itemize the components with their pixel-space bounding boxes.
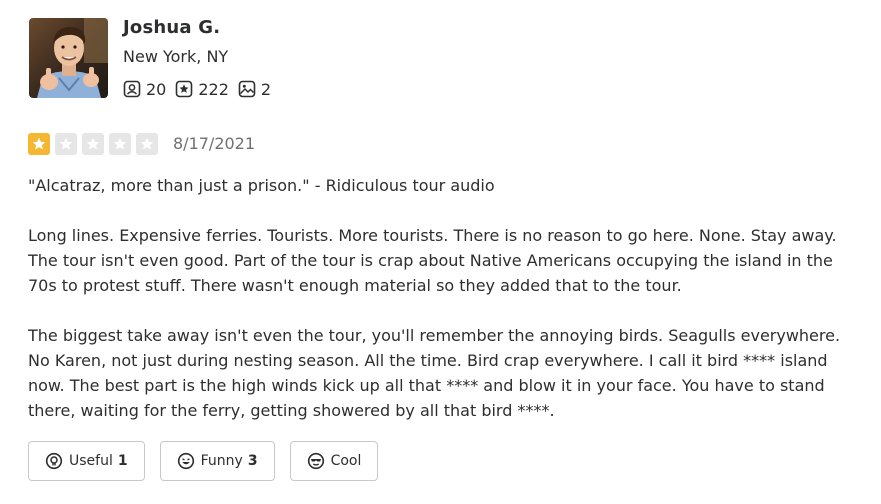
funny-button[interactable]: Funny 3 xyxy=(159,441,275,481)
review-paragraph: The biggest take away isn't even the tou… xyxy=(28,326,841,420)
photo-icon xyxy=(238,80,256,98)
review-star-icon xyxy=(176,80,193,98)
friends-stat: 20 xyxy=(123,80,166,99)
funny-label: Funny xyxy=(200,453,243,469)
lightbulb-icon xyxy=(45,452,63,470)
cool-button[interactable]: Cool xyxy=(289,441,379,481)
avatar-photo xyxy=(29,18,108,98)
funny-count: 3 xyxy=(247,453,258,469)
reaction-buttons: Useful 1 Funny 3 Cool xyxy=(28,441,393,481)
star-rating xyxy=(28,133,163,155)
user-stats: 20 222 2 xyxy=(123,78,280,100)
review-text: "Alcatraz, more than just a prison." - R… xyxy=(28,173,858,423)
sunglasses-face-icon xyxy=(307,452,324,470)
cool-label: Cool xyxy=(330,453,362,469)
star-empty-icon xyxy=(136,133,158,155)
reviews-stat: 222 xyxy=(175,80,229,99)
review-paragraph: Long lines. Expensive ferries. Tourists.… xyxy=(28,226,837,295)
user-avatar[interactable] xyxy=(29,18,108,98)
useful-count: 1 xyxy=(117,453,128,469)
star-empty-icon xyxy=(109,133,131,155)
star-filled-icon xyxy=(28,133,50,155)
friends-count: 20 xyxy=(146,79,167,99)
review-paragraph: "Alcatraz, more than just a prison." - R… xyxy=(28,176,495,195)
useful-label: Useful xyxy=(69,453,113,469)
reviews-count: 222 xyxy=(198,79,229,99)
review-date: 8/17/2021 xyxy=(173,134,256,153)
photos-count: 2 xyxy=(260,79,272,99)
user-location: New York, NY xyxy=(123,47,229,66)
star-empty-icon xyxy=(55,133,77,155)
laughing-face-icon xyxy=(177,452,194,470)
photos-stat: 2 xyxy=(238,80,271,99)
star-empty-icon xyxy=(82,133,104,155)
friends-icon xyxy=(123,80,141,98)
user-name[interactable]: Joshua G. xyxy=(123,17,220,38)
useful-button[interactable]: Useful 1 xyxy=(28,441,145,481)
